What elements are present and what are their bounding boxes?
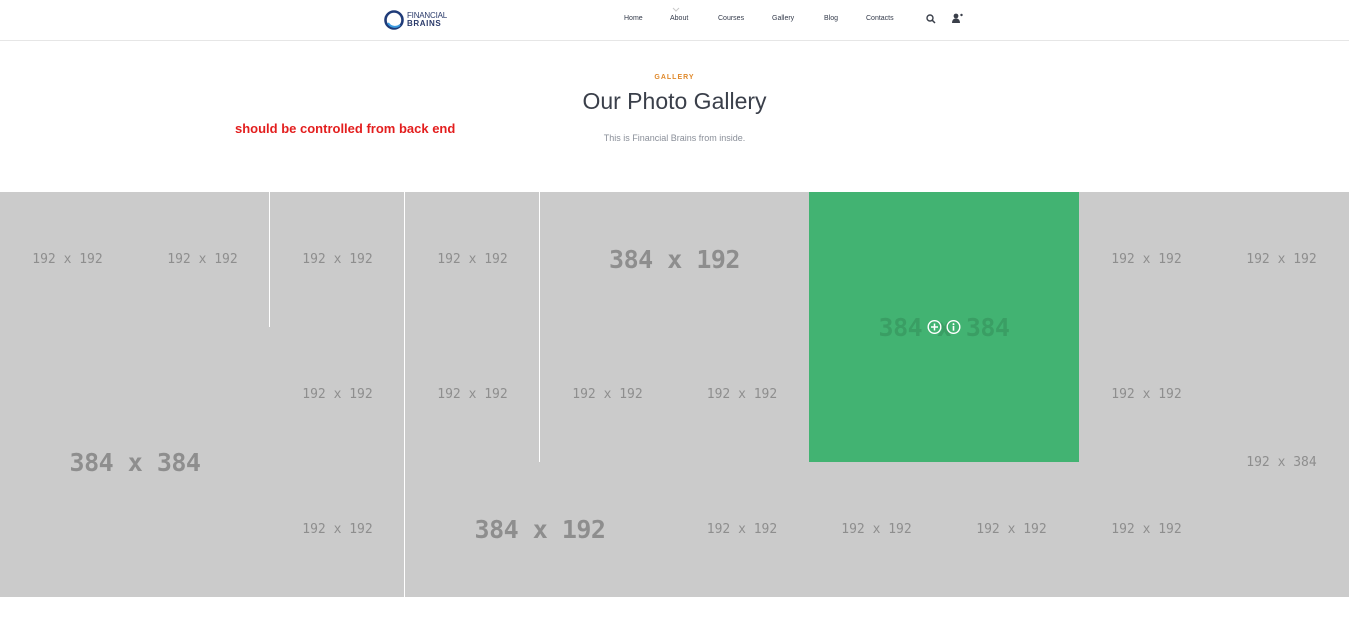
gallery-tile[interactable]: 384 x 192 bbox=[405, 462, 675, 597]
gallery-tile[interactable]: 192 x 192 bbox=[675, 462, 809, 597]
zoom-plus-icon[interactable] bbox=[927, 319, 942, 335]
gallery-tile[interactable]: 192 x 192 bbox=[270, 327, 405, 462]
nav-about[interactable]: About bbox=[670, 15, 688, 22]
nav-contacts[interactable]: Contacts bbox=[866, 15, 894, 22]
section-eyebrow: GALLERY bbox=[654, 74, 695, 81]
gallery-tile[interactable]: 192 x 192 bbox=[540, 327, 675, 462]
divider bbox=[539, 192, 540, 462]
nav-gallery[interactable]: Gallery bbox=[772, 15, 794, 22]
gallery-tile[interactable]: 192 x 192 bbox=[944, 462, 1079, 597]
gallery-tile[interactable]: 192 x 192 bbox=[675, 327, 809, 462]
gallery-tile[interactable]: 192 x 192 bbox=[270, 192, 405, 327]
gallery-tile[interactable]: 192 x 192 bbox=[1079, 192, 1214, 327]
logo-line2: BRAINS bbox=[407, 19, 442, 28]
gallery-tile[interactable]: 384 x 192 bbox=[540, 192, 809, 327]
page-title: Our Photo Gallery bbox=[582, 88, 767, 114]
gallery-tile[interactable]: 192 x 192 bbox=[1079, 462, 1214, 597]
gallery-tile[interactable]: 192 x 192 bbox=[1214, 192, 1349, 327]
divider bbox=[404, 192, 405, 597]
gallery-tile[interactable]: 192 x 192 bbox=[405, 192, 540, 327]
gallery-tile[interactable]: 192 x 192 bbox=[135, 192, 270, 327]
gallery-tile[interactable]: 384 x 384 bbox=[0, 327, 270, 597]
logo-ring-icon bbox=[384, 10, 404, 30]
backend-note: should be controlled from back end bbox=[235, 121, 456, 136]
info-icon[interactable] bbox=[946, 319, 961, 335]
gallery-tile[interactable]: 192 x 192 bbox=[1079, 327, 1214, 462]
chevron-down-icon bbox=[672, 7, 680, 12]
logo[interactable]: FINANCIAL BRAINS bbox=[384, 9, 447, 31]
gallery-tile[interactable]: 192 x 192 bbox=[0, 192, 135, 327]
tile-hover-actions bbox=[927, 319, 961, 335]
gallery-tile[interactable]: 192 x 192 bbox=[405, 327, 540, 462]
page-subtitle: This is Financial Brains from inside. bbox=[603, 133, 746, 143]
nav-courses[interactable]: Courses bbox=[718, 15, 744, 22]
gallery-tile-active[interactable]: 384 x 384 bbox=[809, 192, 1079, 462]
nav-home[interactable]: Home bbox=[624, 15, 643, 22]
search-icon[interactable] bbox=[926, 14, 936, 24]
user-icon[interactable] bbox=[951, 13, 964, 23]
gallery-tile[interactable]: 192 x 192 bbox=[270, 462, 405, 597]
site-header: FINANCIAL BRAINS Home About Courses Gall… bbox=[0, 0, 1349, 41]
photo-gallery-grid: 192 x 192 192 x 192 192 x 192 192 x 192 … bbox=[0, 192, 1349, 597]
divider bbox=[269, 192, 270, 327]
nav-blog[interactable]: Blog bbox=[824, 15, 838, 22]
gallery-tile[interactable]: 192 x 192 bbox=[809, 462, 944, 597]
gallery-tile[interactable]: 192 x 384 bbox=[1214, 327, 1349, 597]
